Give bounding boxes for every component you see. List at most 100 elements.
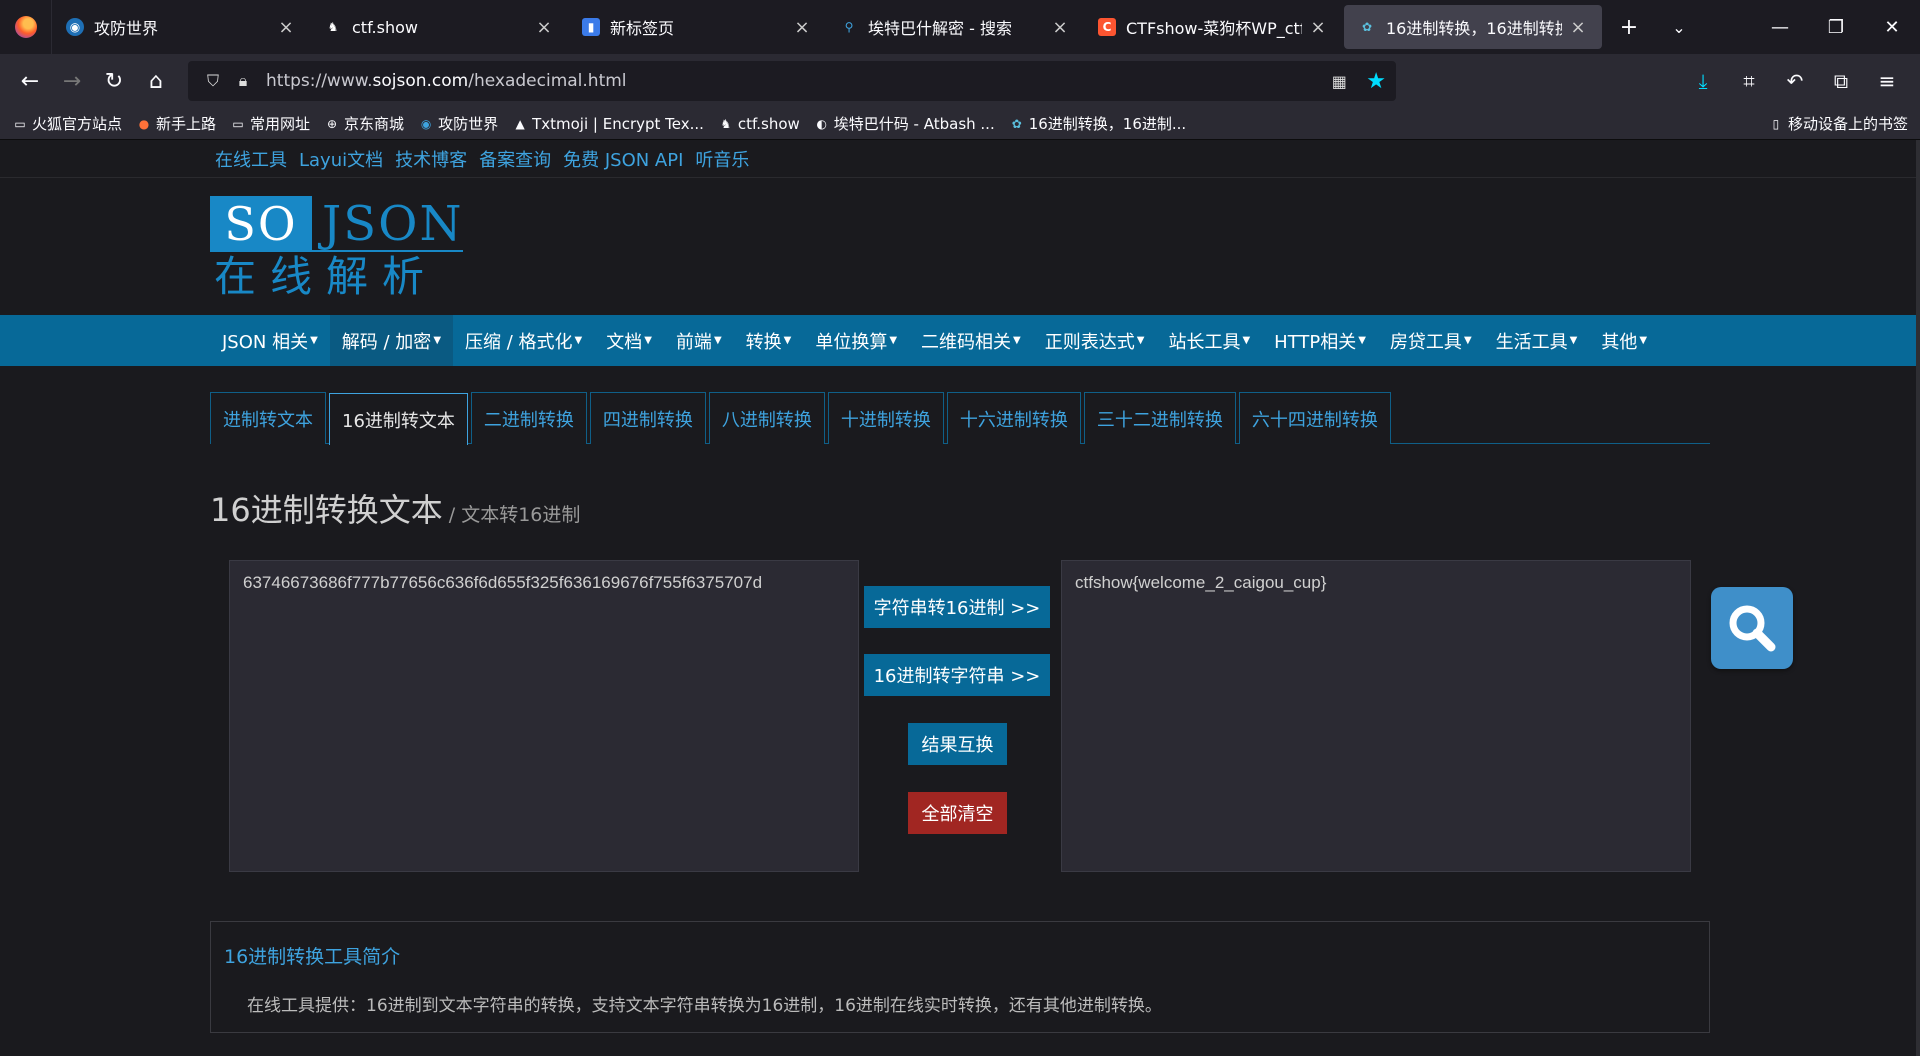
tab-1[interactable]: ♞ ctf.show ×	[310, 0, 568, 54]
subtab-base64[interactable]: 六十四进制转换	[1238, 392, 1391, 444]
tab-4[interactable]: C CTFshow-菜狗杯WP_ctf sh ×	[1084, 0, 1342, 54]
close-icon[interactable]: ×	[792, 17, 812, 38]
bookmark-label: 火狐官方站点	[32, 115, 123, 133]
tab-0[interactable]: ◉ 攻防世界 ×	[52, 0, 310, 54]
restore-button[interactable]: ❐	[1808, 0, 1864, 54]
minimize-button[interactable]: —	[1752, 0, 1808, 54]
logo-so: SO	[210, 196, 312, 252]
subtab-decimal[interactable]: 十进制转换	[827, 392, 944, 444]
clear-all-button[interactable]: 全部清空	[908, 792, 1007, 834]
nav-convert[interactable]: 转换 ▼	[734, 315, 804, 366]
bookmark-item[interactable]: ♞ ctf.show	[718, 115, 800, 133]
menu-icon[interactable]: ≡	[1864, 61, 1910, 101]
bookmark-label: 攻防世界	[438, 115, 499, 133]
lock-icon[interactable]: 🔒︎	[228, 71, 258, 91]
nav-json[interactable]: JSON 相关 ▼	[210, 315, 330, 366]
bookmark-item[interactable]: ▲ Txtmoji | Encrypt Tex...	[512, 115, 703, 133]
toplink-music[interactable]: 听音乐	[695, 146, 749, 172]
caret-down-icon: ▼	[1569, 335, 1578, 346]
caret-down-icon: ▼	[1242, 335, 1251, 346]
swap-results-button[interactable]: 结果互换	[908, 723, 1007, 765]
url-text[interactable]: https://www.sojson.com/hexadecimal.html	[258, 71, 1324, 91]
bookmark-item[interactable]: ▭ 常用网址	[230, 113, 310, 134]
nav-qrcode[interactable]: 二维码相关 ▼	[909, 315, 1033, 366]
bookmark-star-icon[interactable]: ★	[1366, 69, 1386, 94]
tab-label: 16进制转换，16进制转换文	[1386, 19, 1562, 38]
nav-label: 二维码相关	[921, 331, 1012, 353]
toplink-icp-query[interactable]: 备案查询	[479, 146, 551, 172]
home-button[interactable]: ⌂	[136, 61, 176, 101]
tab-3[interactable]: ⚲ 埃特巴什解密 - 搜索 ×	[826, 0, 1084, 54]
qrcode-icon[interactable]: ▦	[1324, 72, 1354, 91]
subtab-octal[interactable]: 八进制转换	[708, 392, 825, 444]
nav-webmaster[interactable]: 站长工具 ▼	[1156, 315, 1262, 366]
nav-decode-encrypt[interactable]: 解码 / 加密 ▼	[329, 315, 454, 366]
top-links: 在线工具 Layui文档 技术博客 备案查询 免费 JSON API 听音乐	[0, 140, 1920, 178]
close-window-button[interactable]: ✕	[1864, 0, 1920, 54]
screenshot-icon[interactable]: ⌗	[1726, 61, 1772, 101]
nav-frontend[interactable]: 前端 ▼	[664, 315, 734, 366]
nav-docs[interactable]: 文档 ▼	[594, 315, 664, 366]
text-output-textarea[interactable]: ctfshow{welcome_2_caigou_cup}	[1061, 560, 1691, 872]
subtab-hex-to-text[interactable]: 16进制转文本	[329, 393, 468, 445]
shield-icon[interactable]: ⛉	[198, 71, 228, 91]
toplink-online-tools[interactable]: 在线工具	[215, 146, 287, 172]
nav-mortgage[interactable]: 房贷工具 ▼	[1378, 315, 1484, 366]
nav-other[interactable]: 其他 ▼	[1589, 315, 1659, 366]
nav-bar: ← → ↻ ⌂ ⛉ 🔒︎ https://www.sojson.com/hexa…	[0, 54, 1920, 108]
subtab-binary[interactable]: 二进制转换	[470, 392, 587, 444]
close-icon[interactable]: ×	[1308, 17, 1328, 38]
caret-down-icon: ▼	[783, 335, 792, 346]
toplink-json-api[interactable]: 免费 JSON API	[563, 146, 683, 172]
mobile-icon: ▯	[1772, 116, 1780, 131]
subtab-base32[interactable]: 三十二进制转换	[1083, 392, 1236, 444]
bookmark-label: ctf.show	[737, 114, 800, 133]
tab-2[interactable]: ▮ 新标签页 ×	[568, 0, 826, 54]
nav-units[interactable]: 单位换算 ▼	[803, 315, 909, 366]
newtab-icon: ▮	[582, 18, 600, 36]
extensions-icon[interactable]: ⧉	[1818, 61, 1864, 101]
toplink-tech-blog[interactable]: 技术博客	[395, 146, 467, 172]
bookmark-item[interactable]: ▭ 火狐官方站点	[12, 113, 122, 134]
subtab-hexadecimal[interactable]: 十六进制转换	[946, 392, 1081, 444]
string-to-hex-button[interactable]: 字符串转16进制 >>	[864, 586, 1050, 628]
nav-http[interactable]: HTTP相关 ▼	[1262, 315, 1378, 366]
forward-button[interactable]: →	[52, 61, 92, 101]
bookmark-item[interactable]: ● 新手上路	[136, 113, 216, 134]
close-icon[interactable]: ×	[1568, 17, 1588, 38]
subtab-base4[interactable]: 四进制转换	[589, 392, 706, 444]
site-logo[interactable]: SO JSON 在线解析	[210, 196, 486, 302]
page-scrollbar[interactable]	[1916, 140, 1920, 1056]
tab-label: 埃特巴什解密 - 搜索	[868, 19, 1012, 38]
hex-input-textarea[interactable]: 63746673686f777b77656c636f6d655f325f6361…	[229, 560, 859, 872]
bookmark-item[interactable]: ◉ 攻防世界	[418, 113, 498, 134]
search-icon: ⚲	[844, 20, 854, 34]
back-button[interactable]: ←	[10, 61, 50, 101]
firefox-icon	[14, 16, 37, 38]
bookmark-mobile[interactable]: ▯ 移动设备上的书签	[1768, 113, 1908, 134]
tab-5-active[interactable]: ✿ 16进制转换，16进制转换文 ×	[1344, 5, 1602, 49]
hex-to-string-button[interactable]: 16进制转字符串 >>	[864, 654, 1050, 696]
subtab-base-to-text[interactable]: 进制转文本	[210, 392, 326, 444]
url-bar[interactable]: ⛉ 🔒︎ https://www.sojson.com/hexadecimal.…	[188, 61, 1396, 101]
toplink-layui-docs[interactable]: Layui文档	[299, 146, 383, 172]
nav-life[interactable]: 生活工具 ▼	[1484, 315, 1590, 366]
new-tab-button[interactable]: +	[1604, 0, 1654, 54]
reload-button[interactable]: ↻	[94, 61, 134, 101]
close-icon[interactable]: ×	[1050, 17, 1070, 38]
list-tabs-button[interactable]: ⌄	[1654, 0, 1704, 54]
bookmark-item[interactable]: ◐ 埃特巴什码 - Atbash ...	[814, 113, 995, 134]
bookmark-item[interactable]: ⊕ 京东商城	[324, 113, 404, 134]
page-content: 在线工具 Layui文档 技术博客 备案查询 免费 JSON API 听音乐 S…	[0, 140, 1920, 1056]
bookmark-item[interactable]: ✿ 16进制转换，16进制...	[1009, 113, 1187, 134]
downloads-icon[interactable]: ⤓	[1680, 61, 1726, 101]
undo-icon[interactable]: ↶	[1772, 61, 1818, 101]
nav-label: 解码 / 加密	[341, 331, 432, 353]
tab-bar: ◉ 攻防世界 × ♞ ctf.show × ▮ 新标签页 × ⚲ 埃特巴什解密 …	[0, 0, 1920, 54]
close-icon[interactable]: ×	[276, 17, 296, 38]
nav-regex[interactable]: 正则表达式 ▼	[1033, 315, 1157, 366]
close-icon[interactable]: ×	[534, 17, 554, 38]
firefox-menu[interactable]	[0, 0, 52, 54]
search-float-button[interactable]	[1711, 587, 1793, 669]
nav-compress-format[interactable]: 压缩 / 格式化 ▼	[453, 315, 594, 366]
